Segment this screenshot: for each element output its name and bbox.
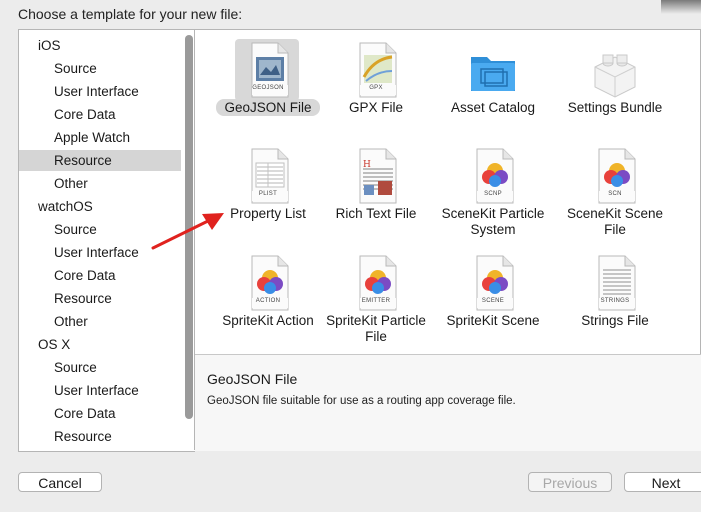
rich-text-file-icon: H	[348, 147, 404, 207]
sidebar-item[interactable]: User Interface	[19, 380, 181, 401]
file-type-badge: GEOJSON	[252, 85, 284, 91]
template-label-text: SceneKit Scene File	[566, 206, 664, 237]
strings-file-icon	[587, 254, 643, 314]
cancel-button[interactable]: Cancel	[18, 472, 102, 492]
template-tile[interactable]: GPX GPX File	[316, 35, 436, 141]
template-tile[interactable]: Asset Catalog	[433, 35, 553, 141]
template-label: GPX File	[316, 100, 436, 116]
template-panel: GEOJSON GeoJSON File GPX GPX File Asset Cat…	[194, 29, 701, 451]
spritekit-action-icon	[240, 254, 296, 314]
spritekit-emitter-icon	[348, 254, 404, 314]
template-label-text: Strings File	[581, 313, 649, 328]
template-label: Rich Text File	[316, 206, 436, 222]
template-label: Asset Catalog	[433, 100, 553, 116]
sidebar-item[interactable]: Other	[19, 311, 181, 332]
sidebar-item[interactable]: Resource	[19, 426, 181, 447]
template-label: SceneKit Scene File	[555, 206, 675, 238]
template-label: SceneKit Particle System	[433, 206, 553, 238]
template-tile[interactable]: EMITTER SpriteKit Particle File	[316, 248, 436, 354]
folder-icon	[465, 41, 521, 101]
file-type-badge: PLIST	[258, 191, 278, 197]
sidebar-item[interactable]: Core Data	[19, 265, 181, 286]
template-label-text: SpriteKit Particle File	[326, 313, 426, 344]
window-shadow	[661, 0, 701, 14]
template-label: SpriteKit Action	[208, 313, 328, 329]
description-text: GeoJSON file suitable for use as a routi…	[207, 395, 516, 407]
sidebar-item[interactable]: Source	[19, 357, 181, 378]
gpx-file-icon	[348, 41, 404, 101]
previous-button[interactable]: Previous	[528, 472, 612, 492]
template-tile[interactable]: SCN SceneKit Scene File	[555, 141, 675, 247]
template-label-text: SpriteKit Scene	[446, 313, 540, 328]
annotation-arrow-icon	[150, 208, 230, 253]
template-label-text: Asset Catalog	[450, 100, 536, 115]
template-label: GeoJSON File	[208, 99, 328, 116]
template-label-text: Rich Text File	[335, 206, 417, 221]
scenekit-scene-icon	[587, 147, 643, 207]
plist-file-icon	[240, 147, 296, 207]
dialog-title: Choose a template for your new file:	[18, 6, 243, 22]
lego-brick-icon	[587, 41, 643, 101]
template-tile[interactable]: STRINGS Strings File	[555, 248, 675, 354]
file-type-badge: SCN	[608, 191, 622, 197]
template-label: Settings Bundle	[555, 100, 675, 116]
file-type-badge: EMITTER	[361, 298, 391, 304]
file-type-badge: GPX	[369, 85, 383, 91]
sidebar-item[interactable]: Resource	[19, 150, 181, 171]
file-type-badge: SCNP	[484, 191, 502, 197]
sidebar-item[interactable]: User Interface	[19, 81, 181, 102]
template-tile[interactable]: SCNP SceneKit Particle System	[433, 141, 553, 247]
file-type-badge: ACTION	[255, 298, 281, 304]
sidebar-item[interactable]: Other	[19, 173, 181, 194]
file-type-badge: SCENE	[481, 298, 505, 304]
spritekit-scene-icon	[465, 254, 521, 314]
template-label: Strings File	[555, 313, 675, 329]
template-tile[interactable]: SCENE SpriteKit Scene	[433, 248, 553, 354]
template-description-pane: GeoJSON File GeoJSON file suitable for u…	[195, 355, 701, 451]
sidebar-platform-header[interactable]: OS X	[19, 334, 181, 355]
template-label-text: SpriteKit Action	[222, 313, 314, 328]
sidebar-item[interactable]: Core Data	[19, 104, 181, 125]
sidebar-item[interactable]: Core Data	[19, 403, 181, 424]
sidebar-item[interactable]: Resource	[19, 288, 181, 309]
template-label-text: Settings Bundle	[567, 100, 663, 115]
file-type-badge: STRINGS	[600, 298, 630, 304]
template-label: SpriteKit Scene	[433, 313, 553, 329]
template-tile[interactable]: Settings Bundle	[555, 35, 675, 141]
template-label-text: Property List	[230, 206, 306, 221]
sidebar-item[interactable]: Apple Watch	[19, 127, 181, 148]
scenekit-particle-icon	[465, 147, 521, 207]
template-tile[interactable]: GEOJSON GeoJSON File	[208, 35, 328, 141]
template-label-text: SceneKit Particle System	[441, 206, 545, 237]
geojson-file-icon	[240, 41, 296, 101]
template-grid: GEOJSON GeoJSON File GPX GPX File Asset Cat…	[195, 30, 701, 354]
description-title: GeoJSON File	[207, 371, 298, 387]
template-label: SpriteKit Particle File	[316, 313, 436, 345]
next-button[interactable]: Next	[624, 472, 701, 492]
template-tile[interactable]: ACTION SpriteKit Action	[208, 248, 328, 354]
sidebar-platform-header[interactable]: iOS	[19, 35, 181, 56]
template-label-text: GeoJSON File	[216, 99, 320, 116]
sidebar-item[interactable]: Source	[19, 58, 181, 79]
template-label-text: GPX File	[348, 100, 403, 115]
template-tile[interactable]: H Rich Text File	[316, 141, 436, 247]
